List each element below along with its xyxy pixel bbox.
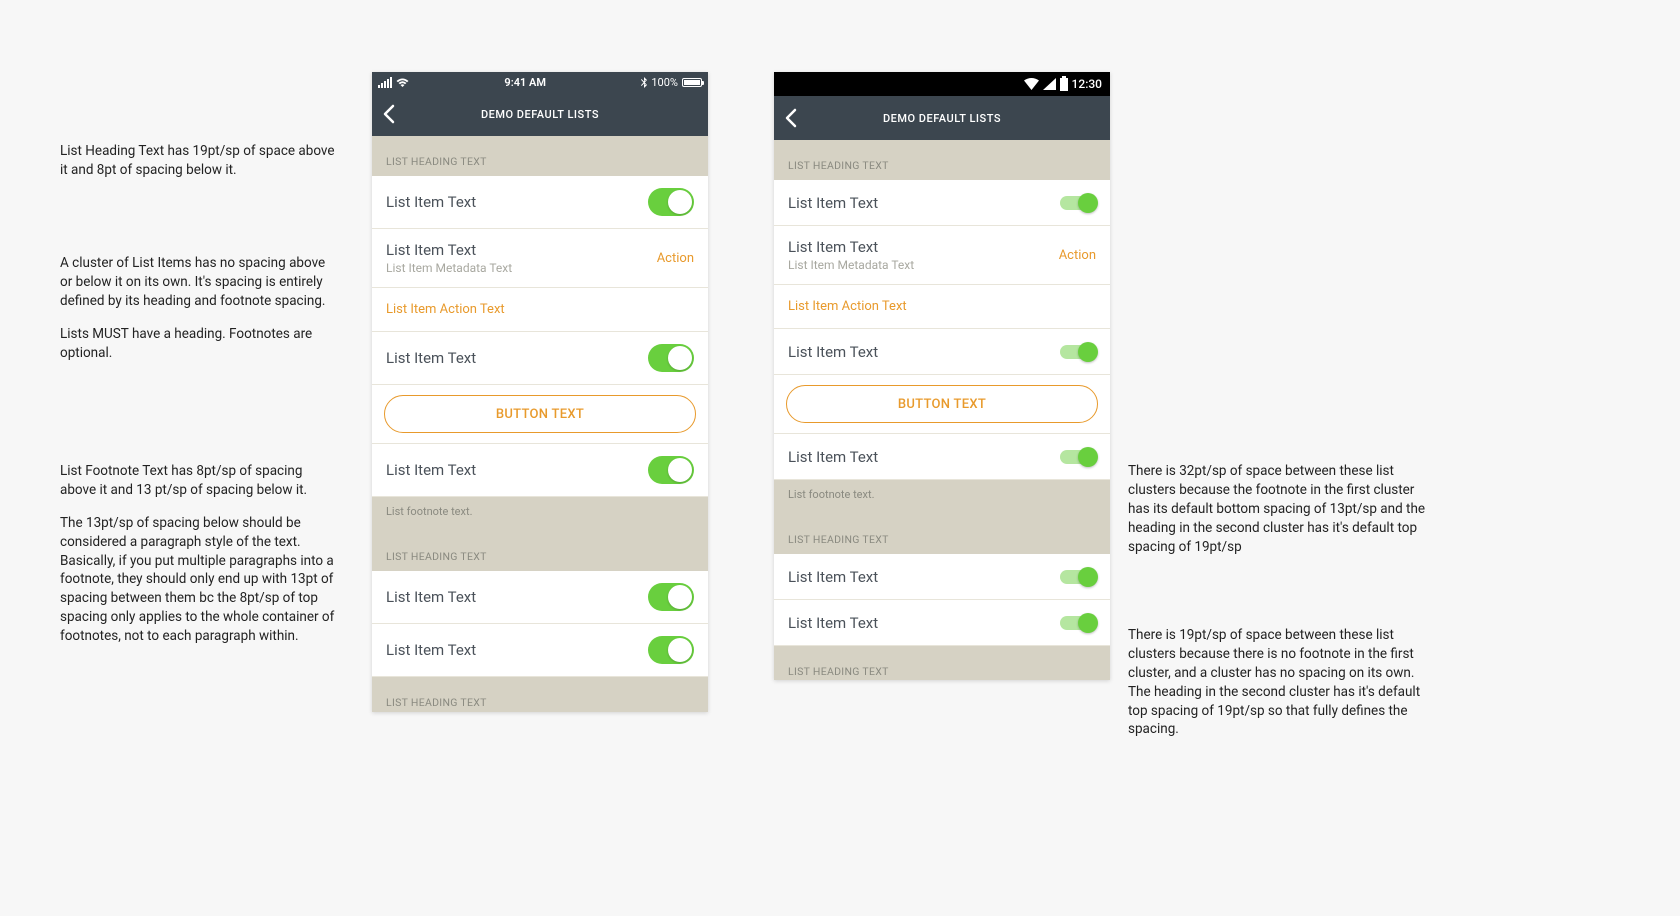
list-item-label: List Item Text <box>788 238 914 256</box>
toggle-switch[interactable] <box>1060 345 1096 359</box>
list-item-label: List Item Text <box>788 343 878 361</box>
list-item-label: List Item Text <box>386 193 476 211</box>
battery-icon <box>682 78 702 87</box>
note-32pt-gap: There is 32pt/sp of space between these … <box>1128 462 1428 556</box>
chevron-left-icon <box>784 107 798 129</box>
toggle-switch[interactable] <box>1060 196 1096 210</box>
list-item[interactable]: List Item Text <box>372 332 708 385</box>
list-item-label: List Item Text <box>788 568 878 586</box>
list-heading: LIST HEADING TEXT <box>774 646 1110 680</box>
list-item-metadata: List Item Metadata Text <box>788 258 914 272</box>
list-item[interactable]: List Item Text <box>774 329 1110 375</box>
phone-ios: demo-default-lists-iOS 9:41 AM 100% DEMO… <box>372 72 708 712</box>
list-button-row: BUTTON TEXT <box>774 375 1110 434</box>
battery-icon <box>1060 78 1068 91</box>
list-item-label: List Item Text <box>788 194 878 212</box>
list-item[interactable]: List Item Text <box>774 554 1110 600</box>
toggle-switch[interactable] <box>648 636 694 664</box>
wifi-icon <box>1024 78 1039 90</box>
list-item-label: List Item Text <box>788 614 878 632</box>
pill-button[interactable]: BUTTON TEXT <box>786 385 1098 423</box>
signal-icon <box>1043 78 1056 90</box>
back-button[interactable] <box>382 103 396 125</box>
toggle-switch[interactable] <box>1060 616 1096 630</box>
nav-bar-ios: DEMO DEFAULT LISTS <box>372 92 708 136</box>
note-19pt-gap: There is 19pt/sp of space between these … <box>1128 626 1428 739</box>
list-item-metadata: List Item Metadata Text <box>386 261 512 275</box>
list-item-label: List Item Text <box>788 448 878 466</box>
list-item[interactable]: List Item Text <box>774 434 1110 480</box>
toggle-switch[interactable] <box>1060 570 1096 584</box>
list-item[interactable]: List Item Text <box>372 624 708 677</box>
note-footnote-spacing: List Footnote Text has 8pt/sp of spacing… <box>60 462 340 646</box>
list-footnote: List footnote text. <box>774 480 1110 514</box>
list-item[interactable]: List Item Text List Item Metadata Text A… <box>774 226 1110 285</box>
toggle-switch[interactable] <box>1060 450 1096 464</box>
status-time: 9:41 AM <box>504 76 546 89</box>
nav-title: DEMO DEFAULT LISTS <box>372 108 708 121</box>
list-item-label: List Item Text <box>386 588 476 606</box>
nav-title: DEMO DEFAULT LISTS <box>774 112 1110 125</box>
list-heading: LIST HEADING TEXT <box>372 677 708 712</box>
bluetooth-icon <box>641 77 647 88</box>
list-button-row: BUTTON TEXT <box>372 385 708 444</box>
status-bar-android: 12:30 <box>774 72 1110 96</box>
toggle-switch[interactable] <box>648 583 694 611</box>
list-item-action[interactable]: List Item Action Text <box>774 285 1110 329</box>
toggle-switch[interactable] <box>648 344 694 372</box>
list-item-action-link[interactable]: Action <box>1059 248 1096 263</box>
phone-android: demo-default-lists-android 12:30 DEMO DE… <box>774 72 1110 680</box>
battery-percent: 100% <box>651 76 678 89</box>
list-item[interactable]: List Item Text <box>372 571 708 624</box>
status-time: 12:30 <box>1072 77 1102 91</box>
wifi-icon <box>396 78 409 87</box>
list-item[interactable]: List Item Text <box>372 176 708 229</box>
list-item-label: List Item Text <box>386 641 476 659</box>
list-item[interactable]: List Item Text <box>372 444 708 497</box>
list-heading: LIST HEADING TEXT <box>372 136 708 176</box>
list-item[interactable]: List Item Text <box>774 180 1110 226</box>
list-item-label: List Item Text <box>386 349 476 367</box>
toggle-switch[interactable] <box>648 456 694 484</box>
toggle-switch[interactable] <box>648 188 694 216</box>
note-heading-spacing: List Heading Text has 19pt/sp of space a… <box>60 142 340 180</box>
list-heading: LIST HEADING TEXT <box>372 531 708 571</box>
note-cluster-spacing: A cluster of List Items has no spacing a… <box>60 254 340 362</box>
list-item-action-link[interactable]: Action <box>657 251 694 266</box>
signal-icon <box>378 77 392 88</box>
list-item[interactable]: List Item Text List Item Metadata Text A… <box>372 229 708 288</box>
list-item-label: List Item Text <box>386 461 476 479</box>
back-button[interactable] <box>784 107 798 129</box>
list-item[interactable]: List Item Text <box>774 600 1110 646</box>
list-footnote: List footnote text. <box>372 497 708 531</box>
list-heading: LIST HEADING TEXT <box>774 140 1110 180</box>
list-heading: LIST HEADING TEXT <box>774 514 1110 554</box>
pill-button[interactable]: BUTTON TEXT <box>384 395 696 433</box>
list-item-action[interactable]: List Item Action Text <box>372 288 708 332</box>
nav-bar-android: DEMO DEFAULT LISTS <box>774 96 1110 140</box>
spec-canvas: List Heading Text has 19pt/sp of space a… <box>0 0 1680 916</box>
list-item-label: List Item Text <box>386 241 512 259</box>
chevron-left-icon <box>382 103 396 125</box>
status-bar-ios: 9:41 AM 100% <box>372 72 708 92</box>
